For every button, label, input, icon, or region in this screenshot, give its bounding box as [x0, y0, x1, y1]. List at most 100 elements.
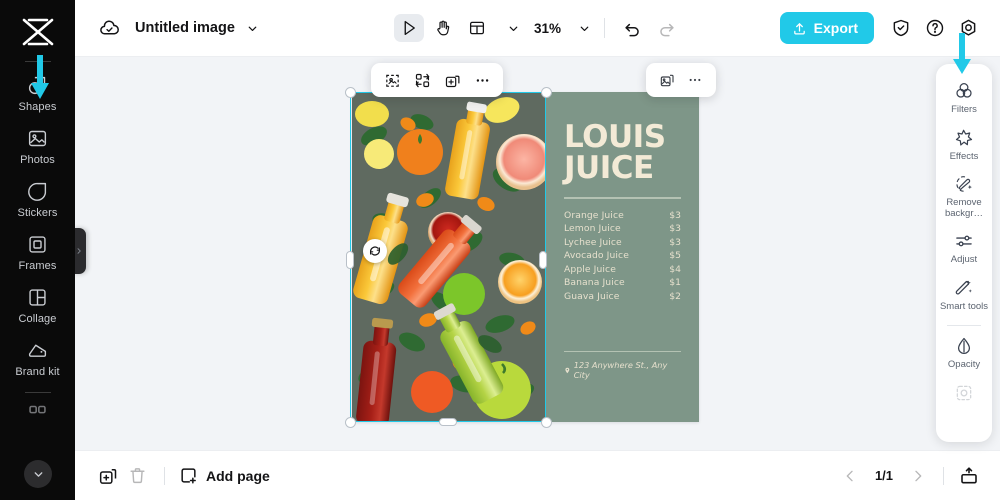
sidebar-collapse-button[interactable]: [24, 460, 52, 488]
page-floating-toolbar: [646, 63, 716, 97]
chevron-down-icon: [580, 26, 588, 31]
swap-replace-icon: [415, 73, 429, 87]
collage-icon: [26, 285, 50, 309]
poster-divider-bottom: [564, 350, 681, 352]
select-tool-button[interactable]: [393, 14, 424, 42]
poster-title-line-1: LOUIS: [564, 119, 666, 155]
chevron-down-icon: [248, 26, 257, 31]
bottom-divider-right: [943, 466, 944, 485]
poster-address-row: 123 Anywhere St., Any City: [564, 360, 681, 380]
menu-item-price: $3: [669, 223, 681, 234]
sidebar-divider-top: [24, 61, 51, 62]
prev-page-button[interactable]: [837, 463, 863, 489]
right-panel-item-filters[interactable]: Filters: [936, 74, 992, 121]
menu-item: Lychee Juice $3: [564, 237, 681, 248]
selection-handle-bottom-right[interactable]: [540, 416, 552, 428]
selection-handle-top-left[interactable]: [344, 86, 356, 98]
cutout-dashed-icon: [385, 74, 399, 87]
redo-arrow-icon: [660, 23, 674, 36]
right-panel-item-effects[interactable]: Effects: [936, 121, 992, 168]
sidebar-item-photos[interactable]: Photos: [0, 119, 75, 172]
sidebar-item-collage[interactable]: Collage: [0, 278, 75, 331]
hand-tool-button[interactable]: [428, 14, 458, 42]
redo-button[interactable]: [652, 14, 682, 42]
sidebar-item-shapes[interactable]: Shapes: [0, 66, 75, 119]
sidebar-item-more[interactable]: [0, 395, 75, 432]
capcut-logo-icon[interactable]: [15, 12, 61, 52]
selection-handle-left[interactable]: [346, 251, 354, 269]
selection-handle-right[interactable]: [539, 251, 547, 269]
page-more-button[interactable]: [682, 67, 708, 93]
layout-menu-button[interactable]: [507, 22, 520, 35]
trash-icon: [129, 468, 145, 484]
right-panel-item-opacity[interactable]: Opacity: [936, 329, 992, 376]
rotate-handle[interactable]: [363, 239, 387, 263]
element-floating-toolbar: [371, 63, 503, 97]
chevron-right-icon: [77, 248, 81, 254]
poster-address-text: 123 Anywhere St., Any City: [573, 360, 668, 380]
menu-item-price: $1: [669, 277, 681, 288]
more-options-button[interactable]: [469, 67, 495, 93]
export-button[interactable]: Export: [779, 12, 874, 44]
chevron-right-icon: [915, 470, 922, 481]
present-button[interactable]: [956, 463, 982, 489]
shapes-icon: [26, 73, 50, 97]
upload-icon: [793, 22, 805, 34]
hand-icon: [436, 20, 449, 36]
cursor-arrow-icon: [404, 20, 415, 36]
chevron-left-icon: [846, 470, 853, 481]
right-panel-item-remove-background[interactable]: Remove backgr…: [936, 167, 992, 224]
sidebar-item-stickers[interactable]: Stickers: [0, 172, 75, 225]
menu-item-name: Apple Juice: [564, 263, 616, 275]
right-panel-divider: [947, 325, 981, 326]
right-panel-item-label: Effects: [949, 150, 979, 162]
canvas-tools-group: 31%: [393, 14, 682, 42]
remove-background-icon: [953, 173, 975, 195]
photo-icon: [26, 126, 50, 150]
shield-button[interactable]: [885, 13, 916, 44]
zoom-menu-button[interactable]: [578, 22, 591, 35]
ellipsis-icon: [689, 78, 701, 82]
selection-handle-bottom-left[interactable]: [344, 416, 356, 428]
selection-handle-bottom[interactable]: [439, 418, 457, 426]
poster-panel[interactable]: LOUIS JUICE Orange Juice $3 Lemon Juice …: [546, 92, 699, 422]
next-page-button[interactable]: [905, 463, 931, 489]
artboard[interactable]: LOUIS JUICE Orange Juice $3 Lemon Juice …: [352, 92, 699, 422]
delete-page-button[interactable]: [124, 463, 150, 489]
sidebar-item-brand-kit[interactable]: Brand kit: [0, 331, 75, 385]
cloud-check-icon[interactable]: [98, 17, 120, 39]
layout-panel-icon: [469, 21, 484, 35]
duplicate-page-bottom-button[interactable]: [95, 463, 121, 489]
document-title[interactable]: Untitled image: [135, 20, 235, 36]
duplicate-page-button[interactable]: [654, 67, 680, 93]
poster-menu-list: Orange Juice $3 Lemon Juice $3 Lychee Ju…: [564, 210, 681, 302]
right-panel-item-smart-tools[interactable]: Smart tools: [936, 271, 992, 318]
sidebar-item-frames[interactable]: Frames: [0, 225, 75, 278]
add-page-button[interactable]: Add page: [179, 466, 270, 485]
filters-circles-icon: [953, 80, 975, 102]
undo-button[interactable]: [618, 14, 648, 42]
duplicate-button[interactable]: [439, 67, 465, 93]
cutout-button[interactable]: [379, 67, 405, 93]
menu-item-price: $3: [669, 209, 681, 221]
sticker-icon: [26, 179, 50, 203]
right-panel-item-label: Remove backgr…: [944, 197, 983, 219]
sidebar-item-label: Brand kit: [15, 366, 60, 378]
layout-tool-button[interactable]: [462, 14, 492, 42]
add-page-icon: [181, 468, 196, 484]
menu-item-name: Guava Juice: [564, 290, 620, 302]
right-panel-item-label: Opacity: [947, 359, 981, 370]
ellipsis-icon: [476, 78, 488, 82]
canvas-area[interactable]: LOUIS JUICE Orange Juice $3 Lemon Juice …: [75, 57, 1000, 450]
shield-check-icon: [893, 19, 908, 37]
menu-item: Apple Juice $4: [564, 264, 681, 275]
settings-button[interactable]: [953, 13, 984, 44]
replace-button[interactable]: [409, 67, 435, 93]
right-panel-item-adjust[interactable]: Adjust: [936, 224, 992, 271]
help-button[interactable]: [919, 13, 950, 44]
zoom-level-value[interactable]: 31%: [533, 21, 563, 36]
right-panel-item-crop[interactable]: [936, 376, 992, 409]
document-title-menu-button[interactable]: [246, 22, 259, 35]
brand-kit-icon: [26, 338, 50, 362]
selection-handle-top-right[interactable]: [540, 86, 552, 98]
